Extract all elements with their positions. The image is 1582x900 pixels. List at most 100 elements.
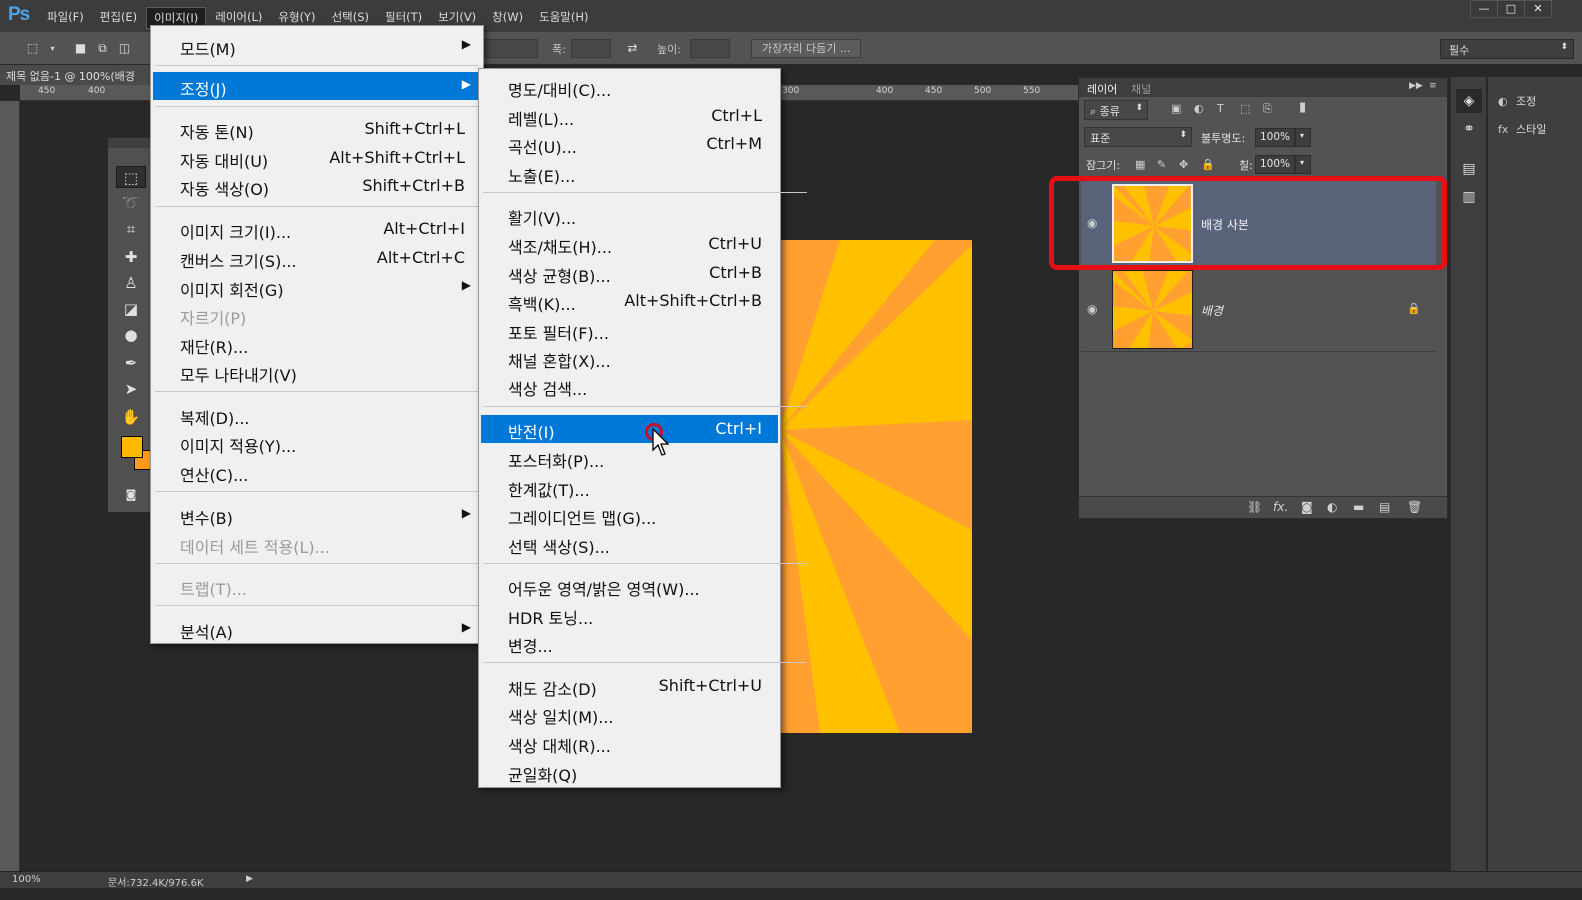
menu-item-photo-filter[interactable]: 포토 필터(F)... (481, 316, 778, 344)
status-arrow-icon[interactable]: ▶ (246, 874, 253, 884)
document-tab[interactable]: 제목 없음-1 @ 100%(배경 (0, 65, 160, 85)
adjustment-layer-icon[interactable]: ◐ (1327, 500, 1337, 514)
menu-item-image-size[interactable]: 이미지 크기(I)... Alt+Ctrl+I (153, 215, 481, 243)
subtract-selection-icon[interactable]: ◫ (116, 40, 133, 57)
opacity-field[interactable]: 100% (1255, 128, 1295, 147)
zoom-level[interactable]: 100% (12, 874, 41, 885)
blur-tool-icon[interactable]: ● (116, 324, 146, 346)
menu-item-color-lookup[interactable]: 색상 검색... (481, 372, 778, 400)
width-field[interactable] (571, 39, 611, 58)
menu-item-channel-mixer[interactable]: 채널 혼합(X)... (481, 344, 778, 372)
layer-thumbnail[interactable] (1112, 184, 1193, 263)
quick-mask-icon[interactable]: ◙ (116, 484, 146, 506)
menu-item-replace-color[interactable]: 색상 대체(R)... (481, 729, 778, 757)
menu-item-auto-contrast[interactable]: 자동 대비(U) Alt+Shift+Ctrl+L (153, 144, 481, 172)
menu-item-analysis[interactable]: 분석(A) ▶ (153, 615, 481, 643)
menu-item-color-balance[interactable]: 색상 균형(B)... Ctrl+B (481, 259, 778, 287)
eraser-tool-icon[interactable]: ◪ (116, 298, 146, 320)
fill-field[interactable]: 100% (1255, 155, 1295, 174)
document-image[interactable] (780, 240, 972, 733)
styles-panel-button[interactable]: fx 스타일 (1498, 121, 1546, 137)
adjustment-filter-icon[interactable]: ◐ (1194, 102, 1204, 115)
height-field[interactable] (690, 39, 730, 58)
blend-mode-select[interactable]: 표준 ⬍ (1084, 127, 1192, 147)
workspace-select[interactable]: 필수 ⬍ (1440, 39, 1574, 59)
menu-item-curves[interactable]: 곡선(U)... Ctrl+M (481, 130, 778, 158)
layer-name[interactable]: 배경 사본 (1201, 216, 1249, 233)
filter-kind-select[interactable]: ⌕ 종류 ⬍ (1084, 100, 1148, 120)
menu-item-duplicate[interactable]: 복제(D)... (153, 401, 481, 429)
style-select[interactable] (480, 39, 538, 58)
pixel-filter-icon[interactable]: ▣ (1171, 102, 1181, 115)
layer-thumbnail[interactable] (1112, 270, 1193, 349)
lock-all-icon[interactable]: 🔒 (1201, 158, 1215, 171)
menu-item-posterize[interactable]: 포스터화(P)... (481, 444, 778, 472)
panel-menu-icon[interactable]: ≡ (1429, 81, 1437, 91)
menu-item-hue-saturation[interactable]: 색조/채도(H)... Ctrl+U (481, 230, 778, 258)
menu-item-calculations[interactable]: 연산(C)... (153, 458, 481, 486)
menu-item-reveal-all[interactable]: 모두 나타내기(V) (153, 358, 481, 386)
menu-file[interactable]: 파일(F) (40, 7, 91, 29)
menu-item-exposure[interactable]: 노출(E)... (481, 159, 778, 187)
eye-icon[interactable]: ◉ (1087, 216, 1097, 230)
trash-icon[interactable]: 🗑 (1407, 500, 1422, 514)
menu-item-trap[interactable]: 트랩(T)... (153, 572, 481, 600)
layer-name[interactable]: 배경 (1201, 302, 1223, 319)
healing-brush-icon[interactable]: ✚ (116, 246, 146, 268)
lasso-tool-icon[interactable]: ➰ (116, 192, 146, 214)
lock-brush-icon[interactable]: ✎ (1157, 158, 1166, 171)
shape-filter-icon[interactable]: ⬚ (1240, 102, 1250, 115)
menu-item-canvas-size[interactable]: 캔버스 크기(S)... Alt+Ctrl+C (153, 244, 481, 272)
layers-panel-icon[interactable]: ◈ (1456, 89, 1482, 113)
new-selection-icon[interactable]: ■ (72, 40, 89, 57)
menu-item-threshold[interactable]: 한계값(T)... (481, 473, 778, 501)
menu-item-vibrance[interactable]: 활기(V)... (481, 201, 778, 229)
collapse-icon[interactable]: ▶▶ (1409, 81, 1423, 91)
history-panel-icon[interactable]: ▥ (1456, 185, 1482, 209)
menu-item-levels[interactable]: 레벨(L)... Ctrl+L (481, 102, 778, 130)
fill-dropdown-icon[interactable]: ▾ (1295, 155, 1311, 174)
crop-tool-icon[interactable]: ⌗ (116, 218, 146, 240)
menu-item-trim[interactable]: 재단(R)... (153, 330, 481, 358)
menu-item-shadows-highlights[interactable]: 어두운 영역/밝은 영역(W)... (481, 572, 778, 600)
filter-toggle-icon[interactable]: ▮ (1299, 100, 1306, 115)
menu-help[interactable]: 도움말(H) (532, 7, 595, 29)
menu-item-black-white[interactable]: 흑백(K)... Alt+Shift+Ctrl+B (481, 287, 778, 315)
new-layer-icon[interactable]: ▤ (1379, 500, 1390, 514)
swap-icon[interactable]: ⇄ (624, 40, 641, 57)
properties-panel-icon[interactable]: ▤ (1456, 157, 1482, 181)
menu-item-match-color[interactable]: 색상 일치(M)... (481, 700, 778, 728)
menu-item-apply-image[interactable]: 이미지 적용(Y)... (153, 429, 481, 457)
menu-item-invert[interactable]: 반전(I) Ctrl+I (481, 415, 778, 443)
channels-panel-icon[interactable]: ⚭ (1456, 117, 1482, 141)
menu-item-brightness-contrast[interactable]: 명도/대비(C)... (481, 73, 778, 101)
menu-item-equalize[interactable]: 균일화(Q) (481, 758, 778, 786)
menu-item-selective-color[interactable]: 선택 색상(S)... (481, 530, 778, 558)
foreground-color-swatch[interactable] (121, 436, 143, 458)
marquee-tool-icon[interactable]: ⬚ (24, 40, 41, 57)
stamp-tool-icon[interactable]: ♙ (116, 272, 146, 294)
type-filter-icon[interactable]: T (1217, 102, 1224, 115)
menu-item-hdr-toning[interactable]: HDR 토닝... (481, 601, 778, 629)
tab-channels[interactable]: 채널 (1131, 81, 1151, 97)
menu-item-image-rotation[interactable]: 이미지 회전(G) ▶ (153, 273, 481, 301)
add-selection-icon[interactable]: ⧉ (94, 40, 111, 57)
menu-item-gradient-map[interactable]: 그레이디언트 맵(G)... (481, 501, 778, 529)
lock-transparent-icon[interactable]: ▦ (1135, 158, 1145, 171)
toolbox-grip[interactable] (108, 138, 150, 148)
folder-icon[interactable]: ▬ (1353, 500, 1364, 514)
menu-item-apply-data-set[interactable]: 데이터 세트 적용(L)... (153, 530, 481, 558)
menu-item-auto-tone[interactable]: 자동 톤(N) Shift+Ctrl+L (153, 115, 481, 143)
opacity-dropdown-icon[interactable]: ▾ (1295, 128, 1311, 147)
tool-preset-chevron-icon[interactable]: ▾ (44, 40, 61, 57)
tab-layers[interactable]: 레이어 (1087, 81, 1117, 97)
menu-window[interactable]: 창(W) (485, 7, 530, 29)
link-layers-icon[interactable]: ⛓ (1247, 500, 1262, 514)
menu-item-crop[interactable]: 자르기(P) (153, 301, 481, 329)
maximize-button[interactable]: □ (1497, 0, 1525, 18)
menu-item-adjustments[interactable]: 조정(J) ▶ (153, 72, 481, 100)
minimize-button[interactable]: — (1470, 0, 1498, 18)
pen-tool-icon[interactable]: ✒ (116, 352, 146, 374)
eye-icon[interactable]: ◉ (1087, 302, 1097, 316)
menu-item-auto-color[interactable]: 자동 색상(O) Shift+Ctrl+B (153, 172, 481, 200)
